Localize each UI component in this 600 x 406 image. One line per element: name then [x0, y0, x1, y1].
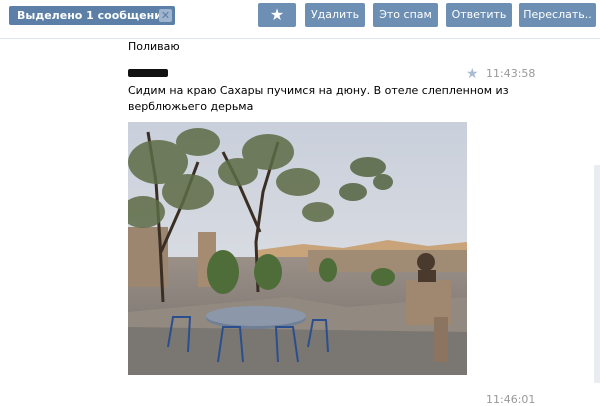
previous-message-text: Поливаю — [128, 40, 180, 53]
forward-button[interactable]: Переслать.. — [519, 3, 596, 27]
message-text-line-1: Сидим на краю Сахары пучимся на дюну. В … — [128, 84, 509, 97]
star-button[interactable]: ★ — [258, 3, 296, 27]
close-icon[interactable]: ✕ — [159, 9, 172, 22]
spam-button[interactable]: Это спам — [373, 3, 438, 27]
reply-button[interactable]: Ответить — [446, 3, 512, 27]
photo-attachment[interactable] — [128, 122, 467, 375]
message-toolbar: Выделено 1 сообщение ✕ ★ Удалить Это спа… — [0, 0, 600, 39]
message-text-line-2: верблюжьего дерьма — [128, 100, 254, 113]
next-message-timestamp: 11:46:01 — [486, 393, 536, 406]
delete-button[interactable]: Удалить — [305, 3, 365, 27]
star-icon[interactable]: ★ — [466, 66, 479, 82]
selected-messages-badge: Выделено 1 сообщение ✕ — [9, 6, 175, 25]
selected-count-label: Выделено 1 сообщение — [17, 9, 170, 22]
scrollbar[interactable] — [594, 165, 600, 383]
redacted-sender-name — [128, 69, 168, 77]
message-timestamp: 11:43:58 — [486, 67, 536, 80]
